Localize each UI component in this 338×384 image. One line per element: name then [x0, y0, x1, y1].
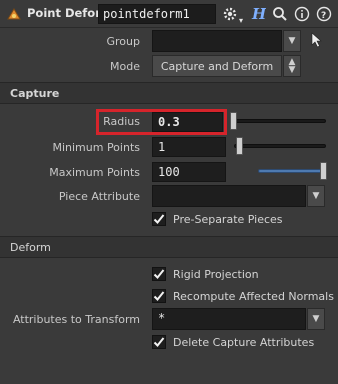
- maximum-points-label: Maximum Points: [49, 166, 140, 179]
- mode-menu[interactable]: Capture and Deform: [152, 55, 282, 77]
- pre-separate-checkbox[interactable]: [152, 212, 166, 226]
- piece-attribute-field[interactable]: [152, 185, 306, 207]
- minimum-points-label: Minimum Points: [52, 141, 140, 154]
- parameter-header: Point Deform pointdeform1 ▾ H ?: [0, 0, 338, 28]
- checkmark-icon: [153, 214, 165, 224]
- chevron-down-icon: ▼: [288, 36, 296, 46]
- deform-section-title: Deform: [10, 241, 51, 254]
- minimum-points-slider-handle[interactable]: [236, 137, 243, 155]
- deform-section-header[interactable]: Deform: [0, 236, 338, 258]
- checkmark-icon: [153, 269, 165, 279]
- radius-label: Radius: [103, 115, 140, 128]
- gear-icon[interactable]: [220, 4, 240, 24]
- delete-capture-label[interactable]: Delete Capture Attributes: [173, 336, 314, 349]
- checkmark-icon: [153, 337, 165, 347]
- info-icon[interactable]: [292, 4, 312, 24]
- node-name-field[interactable]: pointdeform1: [98, 4, 216, 24]
- help-h-icon[interactable]: H: [248, 4, 268, 24]
- maximum-points-field[interactable]: 100: [152, 162, 226, 182]
- radius-slider-handle[interactable]: [230, 112, 237, 130]
- capture-section-header[interactable]: Capture: [0, 82, 338, 104]
- mode-label: Mode: [110, 60, 140, 73]
- minimum-points-slider-track[interactable]: [234, 144, 326, 148]
- piece-attribute-dropdown-button[interactable]: ▼: [307, 185, 325, 207]
- help-icon[interactable]: ?: [314, 4, 334, 24]
- chevron-down-icon: ▼: [312, 314, 320, 324]
- search-icon[interactable]: [270, 4, 290, 24]
- attributes-to-transform-dropdown-button[interactable]: ▼: [307, 308, 325, 330]
- chevron-down-icon: ▼: [312, 191, 320, 201]
- maximum-points-slider-handle[interactable]: [320, 162, 327, 180]
- group-field[interactable]: [152, 30, 282, 52]
- attributes-to-transform-field[interactable]: *: [152, 308, 306, 330]
- recompute-normals-label[interactable]: Recompute Affected Normals: [173, 290, 334, 303]
- piece-attribute-label: Piece Attribute: [58, 190, 140, 203]
- minimum-points-field[interactable]: 1: [152, 137, 226, 157]
- rigid-projection-label[interactable]: Rigid Projection: [173, 268, 259, 281]
- svg-text:?: ?: [321, 11, 326, 21]
- group-dropdown-button[interactable]: ▼: [283, 30, 301, 52]
- chevron-down-icon[interactable]: ▾: [239, 16, 243, 25]
- radius-field[interactable]: 0.3: [152, 112, 223, 132]
- svg-text:H: H: [251, 5, 266, 23]
- select-arrow-icon[interactable]: [310, 32, 324, 48]
- radius-slider-track[interactable]: [234, 119, 326, 123]
- recompute-normals-checkbox[interactable]: [152, 289, 166, 303]
- checkmark-icon: [153, 291, 165, 301]
- node-type-icon: [6, 6, 22, 22]
- rigid-projection-checkbox[interactable]: [152, 267, 166, 281]
- attributes-to-transform-label: Attributes to Transform: [12, 313, 140, 326]
- pre-separate-label[interactable]: Pre-Separate Pieces: [173, 213, 283, 226]
- group-label: Group: [106, 35, 141, 48]
- delete-capture-checkbox[interactable]: [152, 335, 166, 349]
- mode-stepper[interactable]: ▲ ▼: [283, 55, 301, 77]
- maximum-points-slider-track[interactable]: [258, 169, 326, 173]
- chevron-down-icon: ▼: [288, 65, 296, 75]
- capture-section-title: Capture: [10, 87, 60, 100]
